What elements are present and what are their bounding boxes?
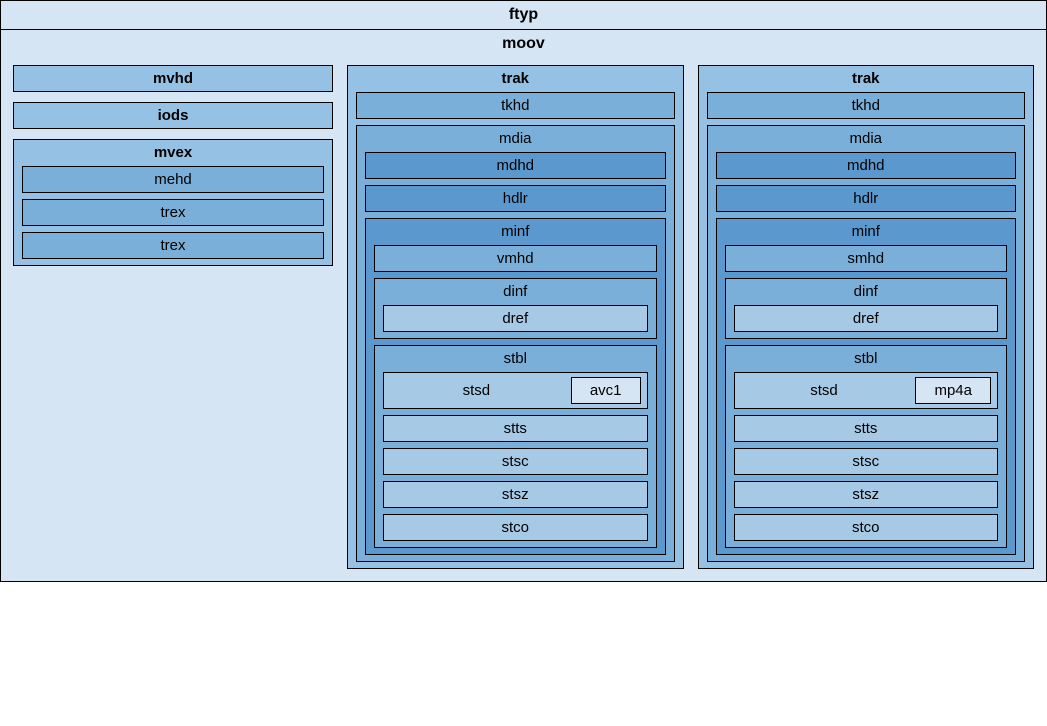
minf-label: minf <box>366 219 665 245</box>
stsd-label: stsd <box>390 382 563 399</box>
mvex-label: mvex <box>14 140 332 166</box>
mehd-box: mehd <box>22 166 324 193</box>
hdlr-box: hdlr <box>365 185 666 212</box>
trak-box-1: trak tkhd mdia mdhd hdlr minf <box>347 65 684 569</box>
minf-box: minf smhd dinf dref <box>716 218 1017 555</box>
mdhd-box: mdhd <box>365 152 666 179</box>
hdlr-box: hdlr <box>716 185 1017 212</box>
stco-box: stco <box>734 514 999 541</box>
stbl-box: stbl stsd avc1 stts stsc <box>374 345 657 548</box>
stsc-box: stsc <box>734 448 999 475</box>
mdia-label: mdia <box>708 126 1025 152</box>
trak-box-2: trak tkhd mdia mdhd hdlr minf <box>698 65 1035 569</box>
stsd-label: stsd <box>741 382 908 399</box>
moov-left-column: mvhd iods mvex mehd trex trex <box>13 65 333 266</box>
moov-box: moov mvhd iods mvex mehd trex trex tr <box>0 30 1047 582</box>
stbl-label: stbl <box>726 346 1007 372</box>
stts-box: stts <box>734 415 999 442</box>
moov-body: mvhd iods mvex mehd trex trex trak tkhd <box>1 57 1046 581</box>
stbl-box: stbl stsd mp4a stts stsc <box>725 345 1008 548</box>
stsz-box: stsz <box>734 481 999 508</box>
iods-box: iods <box>13 102 333 129</box>
dinf-box: dinf dref <box>374 278 657 339</box>
mdia-box: mdia mdhd hdlr minf vmhd dinf <box>356 125 675 562</box>
tkhd-box: tkhd <box>356 92 675 119</box>
trak2-container: trak tkhd mdia mdhd hdlr minf <box>698 65 1035 569</box>
trex-box-1: trex <box>22 199 324 226</box>
tkhd-box: tkhd <box>707 92 1026 119</box>
dinf-label: dinf <box>726 279 1007 305</box>
mdia-label: mdia <box>357 126 674 152</box>
ftyp-box: ftyp <box>0 0 1047 30</box>
trak2-label: trak <box>699 66 1034 92</box>
mvex-box: mvex mehd trex trex <box>13 139 333 266</box>
trak1-label: trak <box>348 66 683 92</box>
dinf-label: dinf <box>375 279 656 305</box>
stco-box: stco <box>383 514 648 541</box>
stsz-box: stsz <box>383 481 648 508</box>
mvhd-box: mvhd <box>13 65 333 92</box>
stsd-box: stsd avc1 <box>383 372 648 409</box>
minf-label: minf <box>717 219 1016 245</box>
mp4-box-diagram: ftyp moov mvhd iods mvex mehd trex trex <box>0 0 1047 582</box>
stsc-box: stsc <box>383 448 648 475</box>
stsd-box: stsd mp4a <box>734 372 999 409</box>
mdia-box: mdia mdhd hdlr minf smhd dinf <box>707 125 1026 562</box>
ftyp-label: ftyp <box>509 6 538 23</box>
minf-box: minf vmhd dinf dref <box>365 218 666 555</box>
avc1-box: avc1 <box>571 377 641 404</box>
dinf-box: dinf dref <box>725 278 1008 339</box>
trex-box-2: trex <box>22 232 324 259</box>
moov-label: moov <box>1 30 1046 57</box>
dref-box: dref <box>383 305 648 332</box>
dref-box: dref <box>734 305 999 332</box>
mp4a-box: mp4a <box>915 377 991 404</box>
stbl-label: stbl <box>375 346 656 372</box>
vmhd-box: vmhd <box>374 245 657 272</box>
trak1-container: trak tkhd mdia mdhd hdlr minf <box>347 65 684 569</box>
smhd-box: smhd <box>725 245 1008 272</box>
mdhd-box: mdhd <box>716 152 1017 179</box>
stts-box: stts <box>383 415 648 442</box>
